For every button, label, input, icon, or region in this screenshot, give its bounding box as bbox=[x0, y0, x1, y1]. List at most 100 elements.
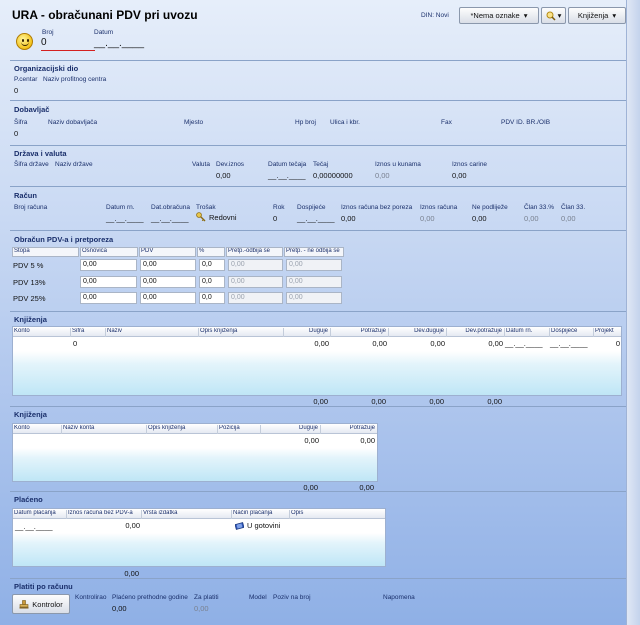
vat-base-input[interactable]: 0,00 bbox=[80, 276, 137, 288]
due-date-input[interactable]: __.__.____ bbox=[297, 214, 335, 223]
col-dev-potrazuje: Dev.potražuje bbox=[447, 328, 505, 337]
org-section-title: Organizacijski dio bbox=[14, 64, 79, 73]
vat-non-deductible-value: 0,00 bbox=[286, 276, 342, 288]
accounting-date-input[interactable]: __.__.____ bbox=[151, 214, 189, 223]
row-duguje: 0,00 bbox=[304, 436, 319, 445]
bookings2-grid[interactable]: Konto Naziv konta Opis knjiženja Pozicij… bbox=[12, 423, 378, 482]
rate-date-label: Datum tečaja bbox=[268, 161, 307, 168]
table-row[interactable]: 0 0,00 0,00 0,00 0,00 __.__.____ __.__._… bbox=[13, 339, 621, 350]
broj-label: Broj bbox=[42, 29, 54, 36]
col-opis: Opis knjiženja bbox=[147, 425, 218, 434]
article33-value: 0,00 bbox=[561, 214, 576, 223]
bookings-grid-header: Konto Šifra Naziv Opis knjiženja Duguje … bbox=[13, 327, 621, 337]
smiley-icon bbox=[16, 33, 33, 50]
due-days-input[interactable]: 0 bbox=[273, 214, 277, 223]
vat-base-input[interactable]: 0,00 bbox=[80, 292, 137, 304]
vat-col-vat: PDV bbox=[139, 247, 196, 257]
vat-deductible-value: 0,00 bbox=[228, 259, 283, 271]
stamp-icon bbox=[19, 599, 29, 608]
row-sifra: 0 bbox=[73, 339, 78, 348]
vat-base-input[interactable]: 0,00 bbox=[80, 259, 137, 271]
amount-without-tax-label: Iznos računa bez poreza bbox=[341, 204, 413, 211]
vat-amount-input[interactable]: 0,00 bbox=[140, 292, 196, 304]
row-potrazuje: 0,00 bbox=[360, 436, 375, 445]
vat-pct-input[interactable]: 0,0 bbox=[199, 292, 225, 304]
payment-method-value: U gotovini bbox=[247, 521, 281, 530]
bookings2-section-title: Knjiženja bbox=[14, 410, 47, 419]
broj-value: 0 bbox=[41, 37, 47, 48]
not-subject-input[interactable]: 0,00 bbox=[472, 214, 487, 223]
chevron-down-icon: ▾ bbox=[557, 11, 562, 20]
chevron-down-icon: ▾ bbox=[523, 11, 528, 20]
checked-by-label: Kontrolirao bbox=[75, 594, 107, 601]
paid-grid[interactable]: Datum plaćanja Iznos računa bez PDV-a Vr… bbox=[12, 508, 386, 567]
foreign-amount-input[interactable]: 0,00 bbox=[216, 171, 231, 180]
col-opis: Opis bbox=[291, 510, 304, 516]
due-date-label: Dospijeće bbox=[297, 204, 326, 211]
vat-col-deductible: Pretp.-odbija se bbox=[226, 247, 283, 257]
invoice-amount-value: 0,00 bbox=[420, 214, 435, 223]
row-dospijece: __.__.____ bbox=[550, 339, 588, 348]
cost-label: Trošak bbox=[196, 204, 216, 211]
vat-row-label: PDV 25% bbox=[13, 294, 46, 303]
paid-section-title: Plaćeno bbox=[14, 495, 43, 504]
table-row[interactable]: __.__.____ 0,00 U gotovini bbox=[13, 521, 385, 532]
amount-without-tax-input[interactable]: 0,00 bbox=[341, 214, 356, 223]
tag-select[interactable]: *Nema oznake ▾ bbox=[459, 7, 539, 24]
bookings2-grid-header: Konto Naziv konta Opis knjiženja Pozicij… bbox=[13, 424, 377, 434]
col-iznos-bez-pdv: Iznos računa bez PDV-a bbox=[67, 510, 142, 519]
vat-pct-input[interactable]: 0,0 bbox=[199, 259, 225, 271]
cost-value: Redovni bbox=[209, 212, 237, 222]
bookings-grid[interactable]: Konto Šifra Naziv Opis knjiženja Duguje … bbox=[12, 326, 622, 396]
vat-amount-input[interactable]: 0,00 bbox=[140, 259, 196, 271]
datum-label: Datum bbox=[94, 29, 114, 36]
customs-amount-input[interactable]: 0,00 bbox=[452, 171, 467, 180]
vat-pct-input[interactable]: 0,0 bbox=[199, 276, 225, 288]
col-naziv: Naziv bbox=[106, 328, 199, 337]
total-dev-potrazuje: 0,00 bbox=[487, 397, 502, 406]
pcentar-input[interactable]: 0 bbox=[14, 86, 18, 95]
col-konto: Konto bbox=[13, 425, 62, 434]
datum-input[interactable]: __.__.____ bbox=[94, 38, 144, 49]
paid-previous-year-input[interactable]: 0,00 bbox=[112, 604, 127, 613]
vat-col-base: Osnovica bbox=[80, 247, 138, 257]
col-pozicija: Pozicija bbox=[218, 425, 261, 434]
country-code-label: Šifra države bbox=[14, 161, 49, 168]
supplier-code-input[interactable]: 0 bbox=[14, 129, 18, 138]
search-icon bbox=[546, 11, 556, 21]
vertical-scrollbar[interactable] bbox=[626, 0, 640, 625]
supplier-city-label: Mjesto bbox=[184, 119, 204, 126]
invoice-amount-label: Iznos računa bbox=[420, 204, 458, 211]
invoice-date-input[interactable]: __.__.____ bbox=[106, 214, 144, 223]
col-konto: Konto bbox=[13, 328, 71, 337]
col-naziv-konta: Naziv konta bbox=[62, 425, 147, 434]
col-datum-placanja: Datum plaćanja bbox=[13, 510, 67, 519]
customs-amount-label: Iznos carine bbox=[452, 161, 488, 168]
vat-non-deductible-value: 0,00 bbox=[286, 259, 342, 271]
col-dev-duguje: Dev.duguje bbox=[389, 328, 447, 337]
cash-icon bbox=[235, 521, 244, 530]
payment-method: U gotovini bbox=[235, 521, 280, 530]
bookings-select[interactable]: Knjiženja ▾ bbox=[568, 7, 626, 24]
broj-input[interactable]: 0 bbox=[41, 37, 95, 51]
supplier-postcode-label: Hp broj bbox=[295, 119, 316, 126]
paid-grid-header: Datum plaćanja Iznos računa bez PDV-a Vr… bbox=[13, 509, 385, 519]
exchange-rate-input[interactable]: 0,00000000 bbox=[313, 171, 353, 180]
supplier-name-label: Naziv dobavljača bbox=[48, 119, 98, 126]
row-datum-rn: __.__.____ bbox=[505, 339, 543, 348]
supplier-code-label: Šifra bbox=[14, 119, 28, 126]
search-button[interactable]: ▾ bbox=[541, 7, 566, 24]
paid-total: 0,00 bbox=[124, 569, 139, 578]
table-row[interactable]: 0,00 0,00 bbox=[13, 436, 377, 447]
cost-select[interactable]: Redovni bbox=[196, 212, 237, 222]
rate-date-input[interactable]: __.__.____ bbox=[268, 171, 306, 180]
key-icon bbox=[196, 212, 206, 222]
row-potrazuje: 0,00 bbox=[372, 339, 387, 348]
total-dev-duguje: 0,00 bbox=[429, 397, 444, 406]
article33-pct-label: Član 33.% bbox=[524, 204, 554, 211]
kontrolor-button[interactable]: Kontrolor bbox=[12, 594, 70, 614]
profit-center-name-label: Naziv profitnog centra bbox=[43, 76, 107, 83]
pay-section-title: Platiti po računu bbox=[14, 582, 73, 591]
row-duguje: 0,00 bbox=[314, 339, 329, 348]
vat-amount-input[interactable]: 0,00 bbox=[140, 276, 196, 288]
